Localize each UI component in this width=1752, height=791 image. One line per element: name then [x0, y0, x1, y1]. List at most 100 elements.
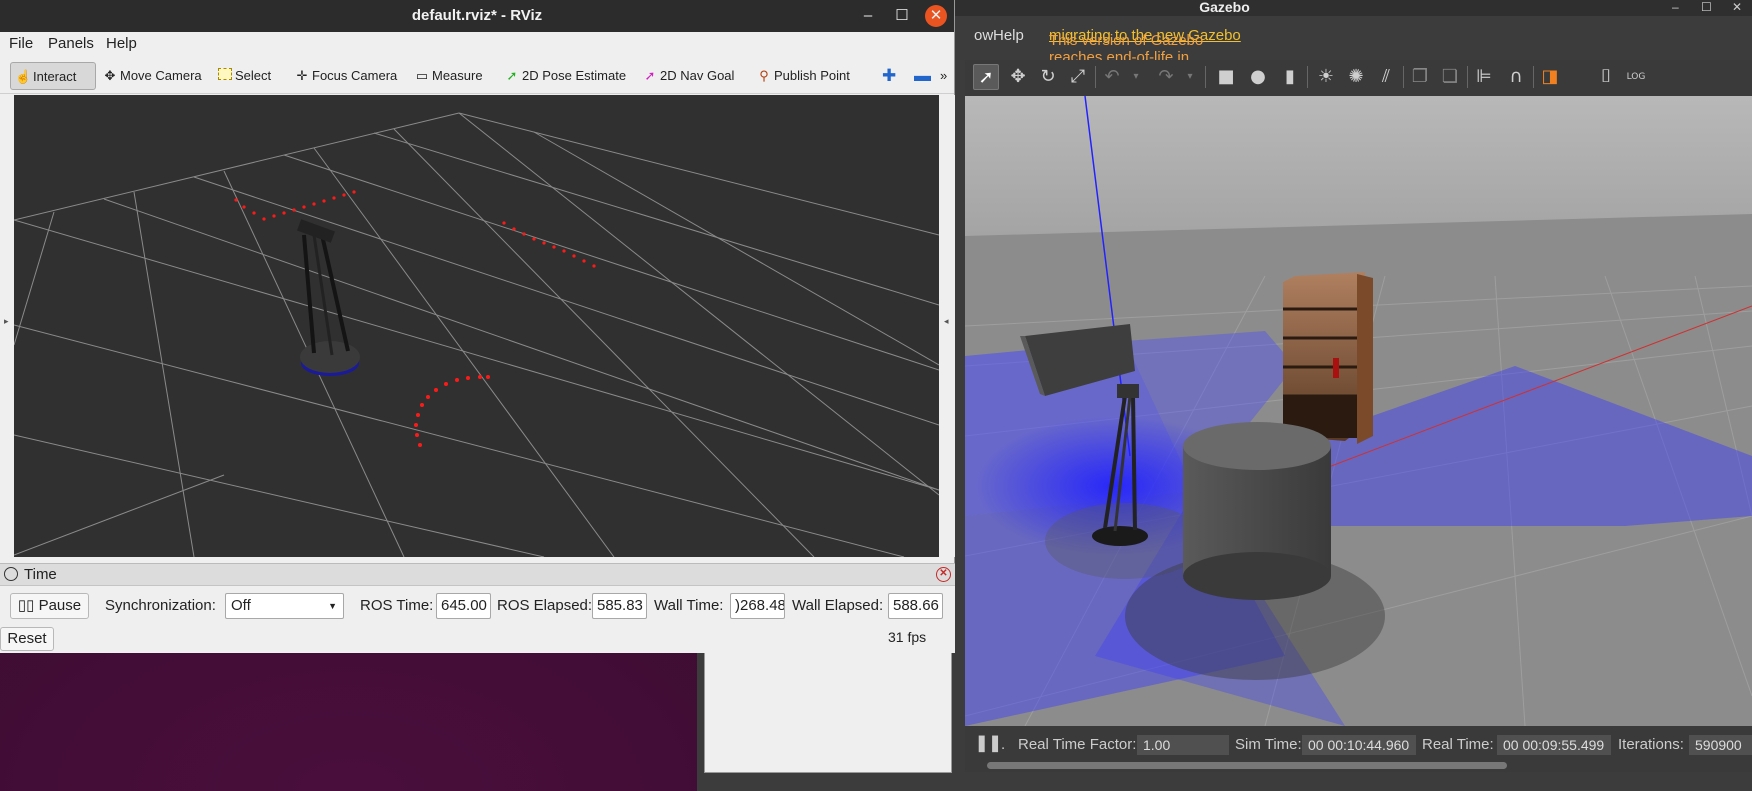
collapse-left-icon[interactable]: ▸ [4, 317, 9, 327]
wall-elapsed-label: Wall Elapsed: [792, 597, 884, 614]
map-pin-icon: ⚲ [759, 68, 769, 83]
paste-icon[interactable]: ❏ [1437, 64, 1463, 90]
close-icon[interactable]: ✕ [925, 5, 947, 27]
ros-elapsed-label: ROS Elapsed: [497, 597, 593, 614]
rtf-value: 1.00 [1137, 735, 1229, 755]
wall-time-label: Wall Time: [654, 597, 724, 614]
pause-icon[interactable]: ❚❚ [975, 733, 1002, 753]
publish-point-tool-button[interactable]: ⚲ Publish Point [752, 62, 854, 90]
green-arrow-icon: ➚ [506, 68, 518, 83]
gazebo-left-panel [704, 652, 952, 773]
plus-icon[interactable]: ✚ [878, 62, 900, 90]
menu-panels[interactable]: Panels [48, 35, 94, 52]
chevron-down-icon: ▼ [328, 601, 337, 611]
sky [965, 96, 1752, 236]
select-tool-button[interactable]: Select [214, 62, 275, 90]
undo-dropdown-icon[interactable]: ▾ [1123, 64, 1149, 90]
minus-icon[interactable]: ▬ [910, 62, 935, 90]
robot-model [297, 219, 360, 376]
rviz-grid [14, 112, 939, 557]
cylinder-bottom [1183, 552, 1331, 600]
time-panel: Time ✕ ▯▯ Pause Synchronization: Off ▼ RO… [0, 563, 955, 653]
rviz-toolbar: ☝ Interact ✥ Move Camera Select ✛ Focus Cam… [0, 58, 954, 94]
toolbar-divider [1533, 66, 1534, 88]
redo-dropdown-icon[interactable]: ▾ [1177, 64, 1203, 90]
wall-elapsed-field[interactable]: 588.66 [888, 593, 943, 619]
directional-light-icon[interactable]: ⫽ [1373, 64, 1399, 90]
ruler-icon: ▭ [415, 68, 429, 83]
gazebo-toolbar: ➚ ✥ ↻ ⤢ ↶ ▾ ↷ ▾ ■ ● ▮ ☀ ✺ ⫽ ❐ ❏ ⊫ ∩ ◨ ⌷ … [965, 60, 1752, 96]
ros-elapsed-field[interactable]: 585.83 [592, 593, 647, 619]
cylinder-icon[interactable]: ▮ [1277, 64, 1303, 90]
rviz-scene [14, 112, 939, 557]
maximize-icon[interactable]: ☐ [1701, 0, 1712, 14]
menu-help[interactable]: Help [993, 27, 1024, 44]
menu-file[interactable]: File [9, 35, 33, 52]
wall-time-field[interactable]: )268.48 [730, 593, 785, 619]
align-icon[interactable]: ⊫ [1471, 64, 1497, 90]
pause-icon: ▯▯ [17, 597, 39, 614]
cylinder-top [1183, 422, 1331, 470]
horizontal-scrollbar[interactable] [987, 762, 1507, 769]
iterations-value: 590900 [1689, 735, 1752, 755]
collapse-right-icon[interactable]: ◂ [944, 317, 949, 327]
view-angle-icon[interactable]: ◨ [1537, 64, 1563, 90]
iterations-label: Iterations: [1618, 736, 1684, 753]
sim-time-value: 00 00:10:44.960 [1302, 735, 1416, 755]
gazebo-status-bar: ❚❚ . Real Time Factor: 1.00 Sim Time: 00… [965, 726, 1752, 772]
menu-window-partial[interactable]: ow [974, 27, 993, 44]
minimize-icon[interactable]: – [1672, 0, 1679, 14]
snap-icon[interactable]: ∩ [1503, 64, 1529, 90]
move-camera-tool-button[interactable]: ✥ Move Camera [98, 62, 206, 90]
copy-icon[interactable]: ❐ [1407, 64, 1433, 90]
minimize-icon[interactable]: – [857, 5, 879, 27]
hand-icon: ☝ [15, 69, 32, 84]
nav-goal-tool-button[interactable]: ➚ 2D Nav Goal [638, 62, 738, 90]
rtf-label: Real Time Factor: [1018, 736, 1137, 753]
redo-icon[interactable]: ↷ [1153, 64, 1179, 90]
pause-button[interactable]: ▯▯ Pause [10, 593, 89, 619]
log-icon[interactable]: LOG [1623, 64, 1649, 90]
time-panel-header: Time ✕ [0, 564, 955, 586]
close-icon[interactable]: ✕ [1732, 0, 1742, 14]
step-icon[interactable]: . [1001, 736, 1005, 753]
toolbar-divider [1403, 66, 1404, 88]
fps-counter: 31 fps [888, 629, 927, 645]
red-bottle [1333, 358, 1339, 378]
spot-light-icon[interactable]: ✺ [1343, 64, 1369, 90]
maximize-icon[interactable]: ☐ [891, 5, 913, 27]
screenshot-icon[interactable]: ⌷ [1593, 64, 1619, 90]
real-time-value: 00 00:09:55.499 [1497, 735, 1611, 755]
bookshelf-side [1357, 274, 1373, 444]
ros-time-field[interactable]: 645.00 [436, 593, 491, 619]
rviz-menubar: File Panels Help [0, 32, 954, 58]
eol-warning: This version of Gazebo reaches end-of-li… [1049, 27, 1241, 83]
rviz-title: default.rviz* - RViz [411, 7, 543, 24]
undo-icon[interactable]: ↶ [1099, 64, 1125, 90]
gazebo-title: Gazebo [1199, 0, 1250, 15]
toolbar-overflow-icon[interactable]: » [936, 62, 951, 90]
interact-tool-button[interactable]: ☝ Interact [10, 62, 96, 90]
sphere-icon[interactable]: ● [1245, 64, 1271, 90]
sync-label: Synchronization: [105, 597, 216, 614]
move-icon: ✥ [104, 68, 116, 83]
menu-help[interactable]: Help [106, 35, 137, 52]
gazebo-scene [965, 96, 1752, 726]
toolbar-divider [1307, 66, 1308, 88]
box-icon[interactable]: ■ [1213, 64, 1239, 90]
crosshair-icon: ✛ [296, 68, 308, 83]
rotate-icon[interactable]: ↻ [1035, 64, 1061, 90]
measure-tool-button[interactable]: ▭ Measure [410, 62, 487, 90]
point-light-icon[interactable]: ☀ [1313, 64, 1339, 90]
translate-icon[interactable]: ✥ [1005, 64, 1031, 90]
close-panel-icon[interactable]: ✕ [936, 567, 951, 582]
focus-camera-tool-button[interactable]: ✛ Focus Camera [290, 62, 401, 90]
reset-button[interactable]: Reset [0, 627, 54, 651]
gazebo-3d-viewport[interactable] [965, 96, 1752, 726]
rviz-3d-viewport[interactable] [14, 95, 939, 557]
sync-select[interactable]: Off ▼ [225, 593, 344, 619]
pose-estimate-tool-button[interactable]: ➚ 2D Pose Estimate [500, 62, 630, 90]
magenta-arrow-icon: ➚ [644, 68, 656, 83]
select-arrow-icon[interactable]: ➚ [973, 64, 999, 90]
scale-icon[interactable]: ⤢ [1065, 64, 1091, 90]
